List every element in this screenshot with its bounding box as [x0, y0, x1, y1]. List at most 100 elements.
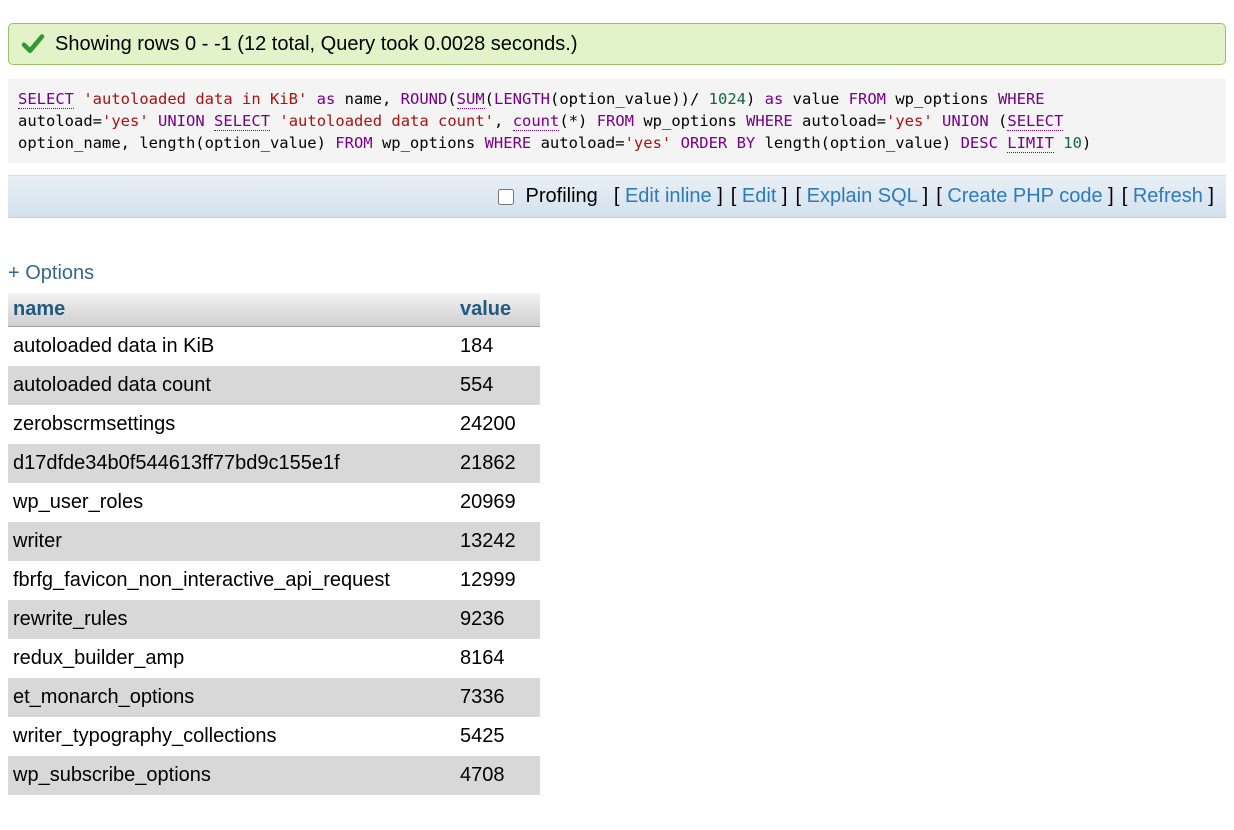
sql-keyword-doc-link[interactable]: SELECT [214, 112, 270, 131]
sql-line: option_name, length(option_value) FROM w… [18, 132, 1216, 154]
sql-token: 'autoloaded data count' [279, 112, 494, 130]
cell-name: wp_user_roles [8, 483, 455, 522]
sql-token: WHERE [746, 112, 793, 130]
cell-value: 4708 [455, 756, 540, 795]
cell-value: 8164 [455, 639, 540, 678]
sql-token: ) [1082, 134, 1091, 152]
sql-token: ( [485, 90, 494, 108]
sql-keyword-doc-link[interactable]: LIMIT [1007, 134, 1054, 153]
table-row: fbrfg_favicon_non_interactive_api_reques… [8, 561, 540, 600]
sql-token: ( [989, 112, 1008, 130]
table-row: writer13242 [8, 522, 540, 561]
cell-value: 24200 [455, 405, 540, 444]
sql-token [74, 90, 83, 108]
sql-token: WHERE [485, 134, 532, 152]
sql-token [1054, 134, 1063, 152]
sql-token: UNION [942, 112, 989, 130]
toolbar-link-edit[interactable]: Edit [742, 185, 776, 207]
table-row: wp_user_roles20969 [8, 483, 540, 522]
toolbar-link-refresh[interactable]: Refresh [1133, 185, 1203, 207]
success-check-icon [21, 32, 45, 56]
cell-value: 5425 [455, 717, 540, 756]
bracket-close: ] [1103, 185, 1114, 207]
bracket-open: [ [731, 185, 742, 207]
sql-token: DESC [961, 134, 998, 152]
toolbar-link-create-php-code[interactable]: Create PHP code [947, 185, 1102, 207]
sql-token: 1024 [709, 90, 746, 108]
sql-token: (*) [559, 112, 596, 130]
toolbar-link-group: [ Create PHP code ] [936, 185, 1114, 207]
toolbar-link-group: [ Edit inline ] [614, 185, 723, 207]
sql-token: 'yes' [102, 112, 149, 130]
sql-token: name, [335, 90, 400, 108]
sql-token: value [783, 90, 848, 108]
profiling-checkbox[interactable] [498, 189, 514, 205]
cell-name: redux_builder_amp [8, 639, 455, 678]
sql-token: ORDER BY [681, 134, 756, 152]
sql-token: ( [447, 90, 456, 108]
toolbar-link-group: [ Refresh ] [1122, 185, 1214, 207]
sql-token: WHERE [998, 90, 1045, 108]
sql-token: FROM [597, 112, 634, 130]
sql-query-display: SELECT 'autoloaded data in KiB' as name,… [8, 79, 1226, 163]
profiling-label[interactable]: Profiling [526, 185, 598, 208]
cell-name: writer_typography_collections [8, 717, 455, 756]
cell-value: 184 [455, 327, 540, 367]
cell-name: autoloaded data count [8, 366, 455, 405]
table-row: wp_subscribe_options4708 [8, 756, 540, 795]
cell-name: wp_subscribe_options [8, 756, 455, 795]
bracket-close: ] [712, 185, 723, 207]
cell-value: 12999 [455, 561, 540, 600]
options-toggle[interactable]: + Options [8, 262, 94, 285]
toolbar-link-group: [ Explain SQL ] [796, 185, 929, 207]
sql-token [270, 112, 279, 130]
sql-token [205, 112, 214, 130]
column-header-value[interactable]: value [455, 293, 540, 327]
table-row: autoloaded data count554 [8, 366, 540, 405]
toolbar-link-explain-sql[interactable]: Explain SQL [807, 185, 917, 207]
query-status-message: Showing rows 0 - -1 (12 total, Query too… [8, 23, 1226, 65]
table-row: autoloaded data in KiB184 [8, 327, 540, 367]
cell-value: 13242 [455, 522, 540, 561]
sql-token: option_name, length(option_value) [18, 134, 335, 152]
bracket-close: ] [1203, 185, 1214, 207]
sql-token: as [765, 90, 784, 108]
sql-line: autoload= 'yes' UNION SELECT 'autoloaded … [18, 110, 1216, 132]
bracket-open: [ [614, 185, 625, 207]
cell-name: writer [8, 522, 455, 561]
sql-token: ROUND [401, 90, 448, 108]
sql-token: LENGTH [494, 90, 550, 108]
sql-token: 'autoloaded data in KiB' [83, 90, 307, 108]
sql-keyword-doc-link[interactable]: SUM [457, 90, 485, 109]
sql-token: autoload= [793, 112, 886, 130]
table-row: d17dfde34b0f544613ff77bd9c155e1f21862 [8, 444, 540, 483]
bracket-open: [ [796, 185, 807, 207]
bracket-close: ] [917, 185, 928, 207]
sql-token: (option_value))/ [550, 90, 709, 108]
sql-token: as [317, 90, 336, 108]
sql-token: 10 [1063, 134, 1082, 152]
cell-value: 20969 [455, 483, 540, 522]
sql-token: wp_options [634, 112, 746, 130]
sql-keyword-doc-link[interactable]: SELECT [1007, 112, 1063, 131]
sql-token: , [494, 112, 513, 130]
toolbar-link-edit-inline[interactable]: Edit inline [625, 185, 712, 207]
sql-token: length(option_value) [755, 134, 960, 152]
cell-value: 21862 [455, 444, 540, 483]
sql-token [998, 134, 1007, 152]
cell-name: fbrfg_favicon_non_interactive_api_reques… [8, 561, 455, 600]
sql-token: wp_options [373, 134, 485, 152]
column-header-name[interactable]: name [8, 293, 455, 327]
query-results-page: Showing rows 0 - -1 (12 total, Query too… [0, 23, 1234, 795]
sql-keyword-doc-link[interactable]: count [513, 112, 560, 131]
sql-token: 'yes' [625, 134, 672, 152]
sql-keyword-doc-link[interactable]: SELECT [18, 90, 74, 109]
sql-token: UNION [158, 112, 205, 130]
table-row: writer_typography_collections5425 [8, 717, 540, 756]
sql-token [307, 90, 316, 108]
sql-token [149, 112, 158, 130]
table-row: zerobscrmsettings24200 [8, 405, 540, 444]
cell-value: 554 [455, 366, 540, 405]
cell-name: et_monarch_options [8, 678, 455, 717]
sql-token: FROM [335, 134, 372, 152]
